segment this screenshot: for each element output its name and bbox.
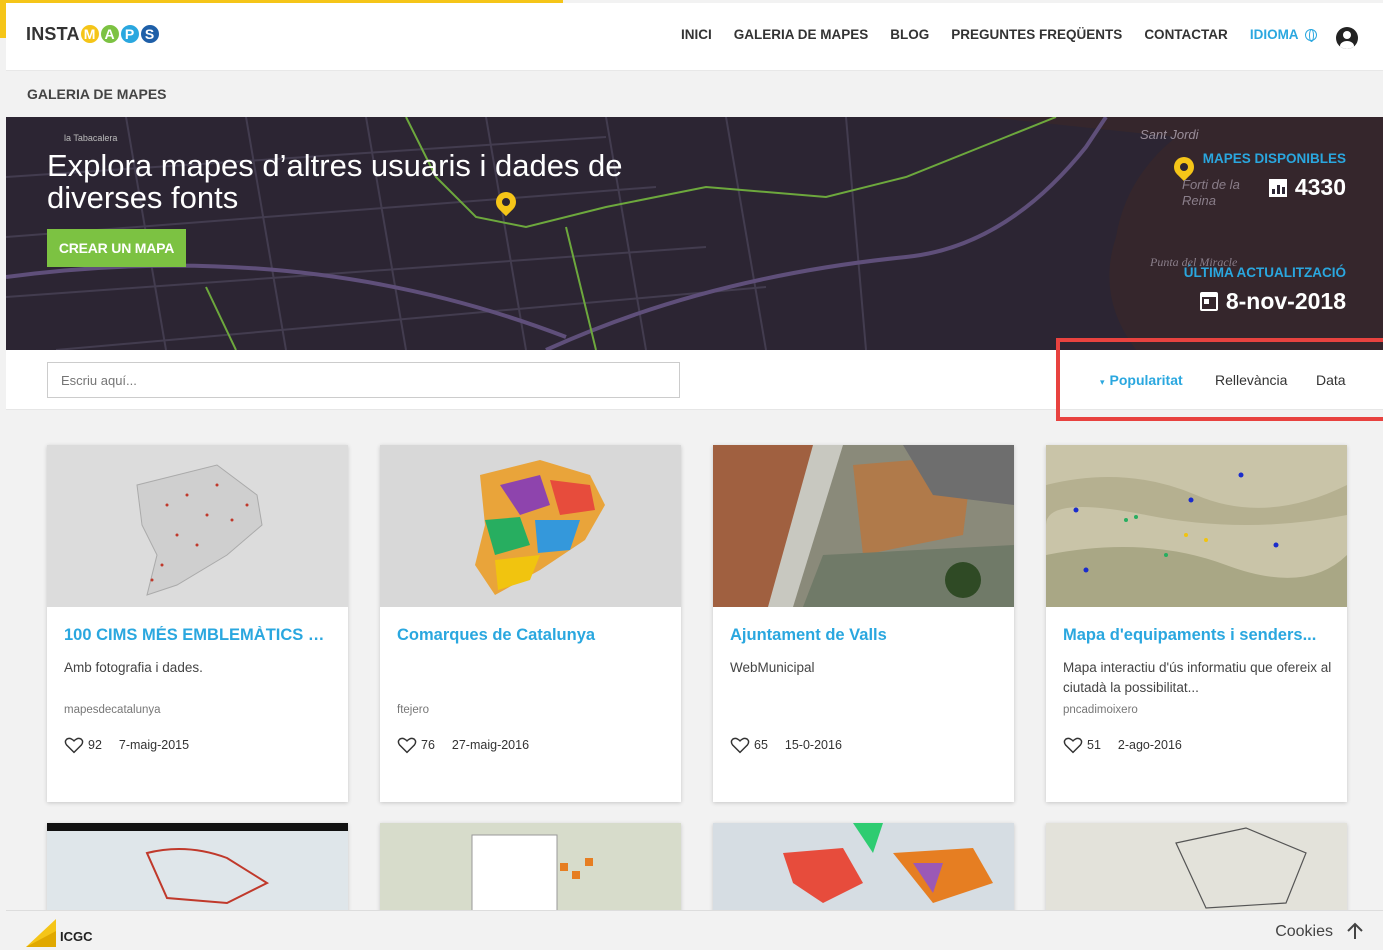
instamaps-logo[interactable]: INSTA M A P S: [26, 23, 161, 45]
heart-icon[interactable]: [397, 736, 417, 754]
cookies-link[interactable]: Cookies: [1275, 923, 1333, 941]
language-label: IDIOMA: [1249, 27, 1299, 42]
footer: ICGC Cookies: [6, 910, 1383, 950]
globe-icon: [1304, 28, 1317, 42]
map-card-author: mapesdecatalunya: [64, 704, 161, 716]
user-account-icon[interactable]: [1336, 27, 1358, 49]
map-card-title[interactable]: Mapa d'equipaments i senders...: [1063, 626, 1333, 645]
breadcrumb: GALERIA DE MAPES: [6, 70, 1383, 117]
map-card[interactable]: 100 CIMS MÉS EMBLEMÀTICS DE ... Amb foto…: [47, 445, 348, 802]
map-card-title[interactable]: 100 CIMS MÉS EMBLEMÀTICS DE ...: [64, 626, 334, 645]
heart-icon[interactable]: [1063, 736, 1083, 754]
map-card[interactable]: Mapa d'equipaments i senders... Mapa int…: [1046, 445, 1347, 802]
icgc-label: ICGC: [60, 929, 93, 944]
maps-available-label: MAPES DISPONIBLES: [1202, 151, 1346, 166]
map-card[interactable]: Ajuntament de Valls WebMunicipal 65 15-0…: [713, 445, 1014, 802]
map-label: Sant Jordi: [1140, 127, 1199, 142]
nav-item-contactar[interactable]: CONTACTAR: [1144, 27, 1228, 42]
icgc-logo-icon: [26, 919, 56, 947]
likes-count: 92: [88, 738, 102, 752]
hero-title: Explora mapes d’altres usuaris i dades d…: [47, 148, 623, 215]
map-card-description: WebMunicipal: [730, 660, 815, 675]
map-card-meta: 51 2-ago-2016: [1063, 736, 1182, 754]
heart-icon[interactable]: [730, 736, 750, 754]
nav-item-galeria[interactable]: GALERIA DE MAPES: [734, 27, 869, 42]
map-label: Forti de la Reina: [1182, 177, 1240, 208]
heart-icon[interactable]: [64, 736, 84, 754]
likes-count: 51: [1087, 738, 1101, 752]
map-card-meta: 65 15-0-2016: [730, 736, 842, 754]
map-card-date: 7-maig-2015: [118, 738, 190, 752]
map-thumbnail[interactable]: [47, 445, 348, 607]
map-card-thumbnail[interactable]: [47, 823, 348, 913]
last-update-date: 8-nov-2018: [1225, 288, 1346, 314]
map-card-description: Mapa interactiu d'ús informatiu que ofer…: [1063, 660, 1332, 695]
map-card-date: 15-0-2016: [784, 738, 842, 752]
map-card-description: Amb fotografia i dades.: [64, 660, 203, 675]
header: INSTA M A P S INICI GALERIA DE MAPES BLO…: [6, 3, 1383, 70]
likes-count: 76: [421, 738, 435, 752]
map-card-thumbnail[interactable]: [1046, 823, 1347, 913]
search-input[interactable]: [47, 362, 680, 398]
logo-letter-s: S: [138, 23, 161, 45]
logo-letter-a: A: [98, 23, 121, 45]
arrow-up-icon[interactable]: [1345, 921, 1365, 941]
maps-available-value: 4330: [1268, 174, 1346, 201]
maps-count: 4330: [1294, 174, 1346, 200]
nav-item-blog[interactable]: BLOG: [890, 27, 929, 42]
map-card[interactable]: Comarques de Catalunya ftejero 76 27-mai…: [380, 445, 681, 802]
calendar-icon: [1199, 292, 1218, 311]
map-card-meta: 76 27-maig-2016: [397, 736, 529, 754]
map-card-author: pncadimoixero: [1063, 704, 1138, 716]
highlight-annotation-box: [1056, 338, 1383, 421]
map-card-thumbnail[interactable]: [713, 823, 1014, 913]
language-selector[interactable]: IDIOMA: [1250, 27, 1317, 42]
main-nav: INICI GALERIA DE MAPES BLOG PREGUNTES FR…: [681, 27, 1339, 42]
create-map-button[interactable]: CREAR UN MAPA: [47, 229, 186, 267]
logo-letter-p: P: [118, 23, 141, 45]
map-card-date: 27-maig-2016: [451, 738, 530, 752]
last-update-label: ÚLTIMA ACTUALITZACIÓ: [1183, 265, 1346, 280]
bar-chart-icon: [1268, 178, 1287, 197]
nav-item-inici[interactable]: INICI: [681, 27, 712, 42]
last-update-value: 8-nov-2018: [1199, 288, 1346, 315]
hero-banner: la Tabacalera Sant Jordi Forti de la Rei…: [6, 117, 1383, 350]
map-thumbnail[interactable]: [380, 445, 681, 607]
likes-count: 65: [754, 738, 768, 752]
logo-letter-m: M: [78, 23, 101, 45]
map-card-date: 2-ago-2016: [1117, 738, 1182, 752]
logo-word: INSTA: [26, 23, 80, 44]
map-card-meta: 92 7-maig-2015: [64, 736, 189, 754]
map-card-title[interactable]: Comarques de Catalunya: [397, 626, 667, 645]
nav-item-faq[interactable]: PREGUNTES FREQÜENTS: [951, 27, 1122, 42]
map-card-thumbnail[interactable]: [380, 823, 681, 913]
map-thumbnail[interactable]: [1046, 445, 1347, 607]
map-card-author: ftejero: [397, 704, 429, 716]
map-label: la Tabacalera: [64, 133, 118, 143]
map-thumbnail[interactable]: [713, 445, 1014, 607]
map-card-title[interactable]: Ajuntament de Valls: [730, 626, 1000, 645]
